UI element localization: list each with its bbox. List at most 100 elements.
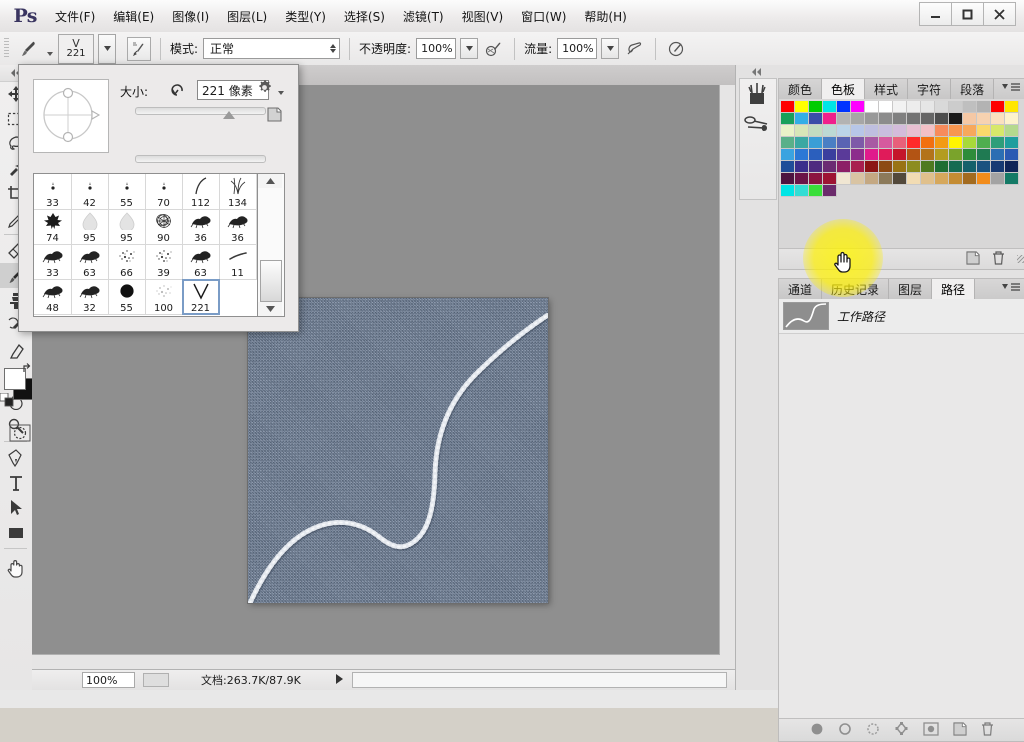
canvas-horizontal-scrollbar[interactable] bbox=[32, 654, 720, 670]
color-swatch[interactable] bbox=[949, 137, 963, 149]
color-swatch[interactable] bbox=[851, 125, 865, 137]
color-swatch[interactable] bbox=[823, 113, 837, 125]
color-swatch[interactable] bbox=[963, 137, 977, 149]
brush-preset-item[interactable]: 74 bbox=[34, 209, 72, 245]
color-swatch[interactable] bbox=[865, 149, 879, 161]
color-swatch[interactable] bbox=[879, 149, 893, 161]
color-swatch[interactable] bbox=[977, 113, 991, 125]
new-preset-icon[interactable] bbox=[267, 107, 282, 125]
color-swatch[interactable] bbox=[781, 113, 795, 125]
color-swatch[interactable] bbox=[837, 161, 851, 173]
color-swatch[interactable] bbox=[893, 137, 907, 149]
tab-swatches[interactable]: 色板 bbox=[822, 79, 866, 99]
panel-menu-icon[interactable] bbox=[1001, 282, 1021, 292]
color-swatch[interactable] bbox=[823, 101, 837, 113]
menu-view[interactable]: 视图(V) bbox=[453, 7, 513, 27]
type-tool[interactable] bbox=[0, 470, 31, 495]
color-swatch[interactable] bbox=[837, 125, 851, 137]
color-swatch[interactable] bbox=[795, 149, 809, 161]
brush-preset-item[interactable]: 95 bbox=[71, 209, 109, 245]
color-swatch[interactable] bbox=[879, 137, 893, 149]
color-swatch[interactable] bbox=[935, 101, 949, 113]
tab-history[interactable]: 历史记录 bbox=[822, 279, 890, 299]
color-swatch[interactable] bbox=[809, 161, 823, 173]
menu-window[interactable]: 窗口(W) bbox=[512, 7, 575, 27]
scroll-down-arrow-icon[interactable] bbox=[258, 302, 282, 316]
brush-preset-item[interactable]: 134 bbox=[219, 174, 257, 210]
color-swatch[interactable] bbox=[837, 113, 851, 125]
color-swatch[interactable] bbox=[851, 137, 865, 149]
color-swatch[interactable] bbox=[781, 149, 795, 161]
tab-paragraph[interactable]: 段落 bbox=[951, 79, 995, 99]
color-swatch[interactable] bbox=[1005, 161, 1019, 173]
color-swatch[interactable] bbox=[809, 125, 823, 137]
color-swatch[interactable] bbox=[921, 113, 935, 125]
color-swatch[interactable] bbox=[879, 101, 893, 113]
color-swatch[interactable] bbox=[921, 137, 935, 149]
color-swatch[interactable] bbox=[977, 137, 991, 149]
color-swatch[interactable] bbox=[991, 101, 1005, 113]
color-swatch[interactable] bbox=[907, 113, 921, 125]
default-colors-icon[interactable] bbox=[0, 392, 14, 410]
brush-preset-item[interactable]: 36 bbox=[219, 209, 257, 245]
brush-preset-item[interactable]: 33 bbox=[34, 174, 72, 210]
color-swatch[interactable] bbox=[907, 125, 921, 137]
gear-icon[interactable] bbox=[256, 79, 284, 99]
color-swatch[interactable] bbox=[949, 173, 963, 185]
add-mask-button[interactable] bbox=[923, 721, 939, 739]
color-swatch[interactable] bbox=[795, 125, 809, 137]
brush-preset-item[interactable]: 66 bbox=[108, 244, 146, 280]
trash-icon[interactable] bbox=[992, 250, 1005, 268]
color-swatch[interactable] bbox=[865, 113, 879, 125]
color-swatch[interactable] bbox=[879, 173, 893, 185]
airbrush-icon[interactable] bbox=[624, 38, 646, 60]
canvas-vertical-scrollbar[interactable] bbox=[719, 85, 735, 670]
brush-preset-picker-popup[interactable]: 大小: 221 像素 硬度: bbox=[18, 64, 299, 332]
selection-to-path-button[interactable] bbox=[894, 721, 909, 739]
color-swatch[interactable] bbox=[935, 161, 949, 173]
color-swatch[interactable] bbox=[781, 173, 795, 185]
brush-size-slider[interactable] bbox=[135, 107, 266, 115]
color-swatch[interactable] bbox=[837, 173, 851, 185]
color-swatch[interactable] bbox=[963, 101, 977, 113]
brush-preset-item[interactable]: 63 bbox=[71, 244, 109, 280]
brush-preset-item[interactable]: 70 bbox=[145, 174, 183, 210]
flow-dropdown-button[interactable] bbox=[601, 38, 620, 59]
color-swatch[interactable] bbox=[963, 149, 977, 161]
scroll-up-arrow-icon[interactable] bbox=[258, 174, 282, 188]
color-swatch[interactable] bbox=[949, 113, 963, 125]
color-swatch[interactable] bbox=[921, 161, 935, 173]
color-swatch[interactable] bbox=[977, 149, 991, 161]
color-swatch[interactable] bbox=[921, 173, 935, 185]
color-swatch[interactable] bbox=[935, 125, 949, 137]
brush-presets-icon[interactable] bbox=[740, 79, 774, 109]
color-swatch[interactable] bbox=[949, 125, 963, 137]
path-to-selection-button[interactable] bbox=[866, 722, 880, 739]
color-swatch[interactable] bbox=[977, 173, 991, 185]
brush-preset-item[interactable]: 90 bbox=[145, 209, 183, 245]
color-swatch[interactable] bbox=[893, 149, 907, 161]
brush-preset-item[interactable]: 55 bbox=[108, 279, 146, 315]
brush-preset-item[interactable]: 48 bbox=[34, 279, 72, 315]
menu-type[interactable]: 类型(Y) bbox=[276, 7, 335, 27]
minimize-button[interactable] bbox=[919, 2, 952, 26]
tablet-pressure-size-icon[interactable] bbox=[665, 38, 687, 60]
proof-colors-icon[interactable] bbox=[143, 673, 169, 687]
pen-tool[interactable] bbox=[0, 445, 31, 470]
stroke-path-button[interactable] bbox=[838, 722, 852, 739]
tab-channels[interactable]: 通道 bbox=[779, 279, 823, 299]
color-swatch[interactable] bbox=[935, 113, 949, 125]
color-swatch[interactable] bbox=[879, 161, 893, 173]
blend-mode-select[interactable]: 正常 bbox=[203, 38, 341, 59]
color-swatch[interactable] bbox=[809, 173, 823, 185]
brush-settings-icon[interactable] bbox=[740, 109, 774, 139]
panel-menu-icon[interactable] bbox=[1001, 82, 1021, 92]
color-swatch[interactable] bbox=[893, 125, 907, 137]
color-swatch[interactable] bbox=[935, 137, 949, 149]
color-swatch[interactable] bbox=[795, 101, 809, 113]
new-swatch-icon[interactable] bbox=[966, 250, 980, 268]
color-swatch[interactable] bbox=[1005, 113, 1019, 125]
color-swatch[interactable] bbox=[1005, 173, 1019, 185]
color-swatch[interactable] bbox=[837, 101, 851, 113]
hand-tool[interactable] bbox=[0, 555, 31, 580]
